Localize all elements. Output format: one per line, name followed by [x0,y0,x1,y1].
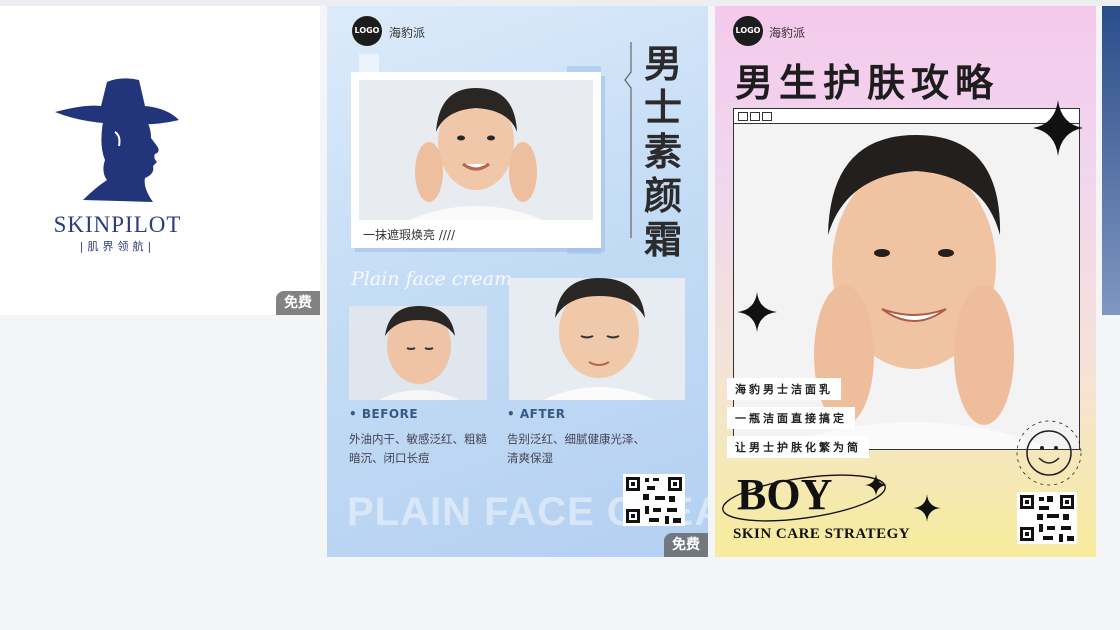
tag-line: 一瓶洁面直接搞定 [727,407,855,429]
template-card-skinpilot[interactable]: SKINPILOT |肌界领航| 免费 [0,6,320,315]
after-photo [509,278,685,400]
smiley-stamp-icon [1016,420,1082,486]
strategy-subtitle: SKIN CARE STRATEGY [733,526,911,542]
after-label: • AFTER [507,407,566,421]
logo-icon: LOGO [352,16,382,46]
logo-name: 海豹派 [389,26,426,40]
logo-name: 海豹派 [769,26,806,40]
model-photo [359,80,593,220]
template-card-plain-face-cream[interactable]: LOGO 海豹派 一抹遮瑕焕亮 //// 男 士 素 颜 霜 Plain fac… [327,6,708,557]
sparkle-icon [1033,100,1083,156]
window-dot [762,112,772,121]
sparkle-icon [737,292,777,332]
script-text: Plain face cream [351,268,513,290]
title-char: 男 [643,42,682,86]
free-badge: 免费 [664,533,708,557]
title-char: 颜 [643,174,682,218]
window-dot [738,112,748,121]
before-description: 外油内干、敏感泛红、粗糙暗沉、闭口长痘 [349,432,487,465]
tag-line: 海豹男士洁面乳 [727,378,841,400]
tag-line: 让男士护肤化繁为简 [727,436,869,458]
boy-heading: BOY [737,470,833,519]
vertical-title: 男 士 素 颜 霜 [641,42,685,262]
brand-name: SKINPILOT [53,212,182,237]
window-dot [750,112,760,121]
title-char: 士 [643,86,682,130]
model-photo [734,125,1079,449]
qr-code-icon [623,474,685,526]
template-card-boy-skin-care[interactable]: LOGO 海豹派 男生护肤攻略 海豹男士洁面乳 一瓶洁面直接搞定 让男士护肤化繁… [715,6,1096,557]
title-bracket [624,42,632,238]
main-photo-frame: 一抹遮瑕焕亮 //// [351,72,601,248]
qr-code-icon [1017,492,1077,544]
before-photo [349,306,487,400]
hat-silhouette-logo-icon [55,78,179,202]
free-badge: 免费 [276,291,320,315]
title-char: 素 [643,130,682,174]
photo-caption: 一抹遮瑕焕亮 //// [363,228,455,242]
title-char: 霜 [643,218,682,262]
sparkle-icon [913,494,941,522]
brand-subtitle: |肌界领航| [79,240,156,253]
template-card-partial[interactable] [1102,6,1120,315]
before-label: • BEFORE [349,407,419,421]
poster-title: 男生护肤攻略 [735,61,1000,105]
window-bar [734,109,1079,124]
logo-icon: LOGO [733,16,763,46]
after-description: 告别泛红、细腻健康光泽、清爽保湿 [507,432,645,465]
